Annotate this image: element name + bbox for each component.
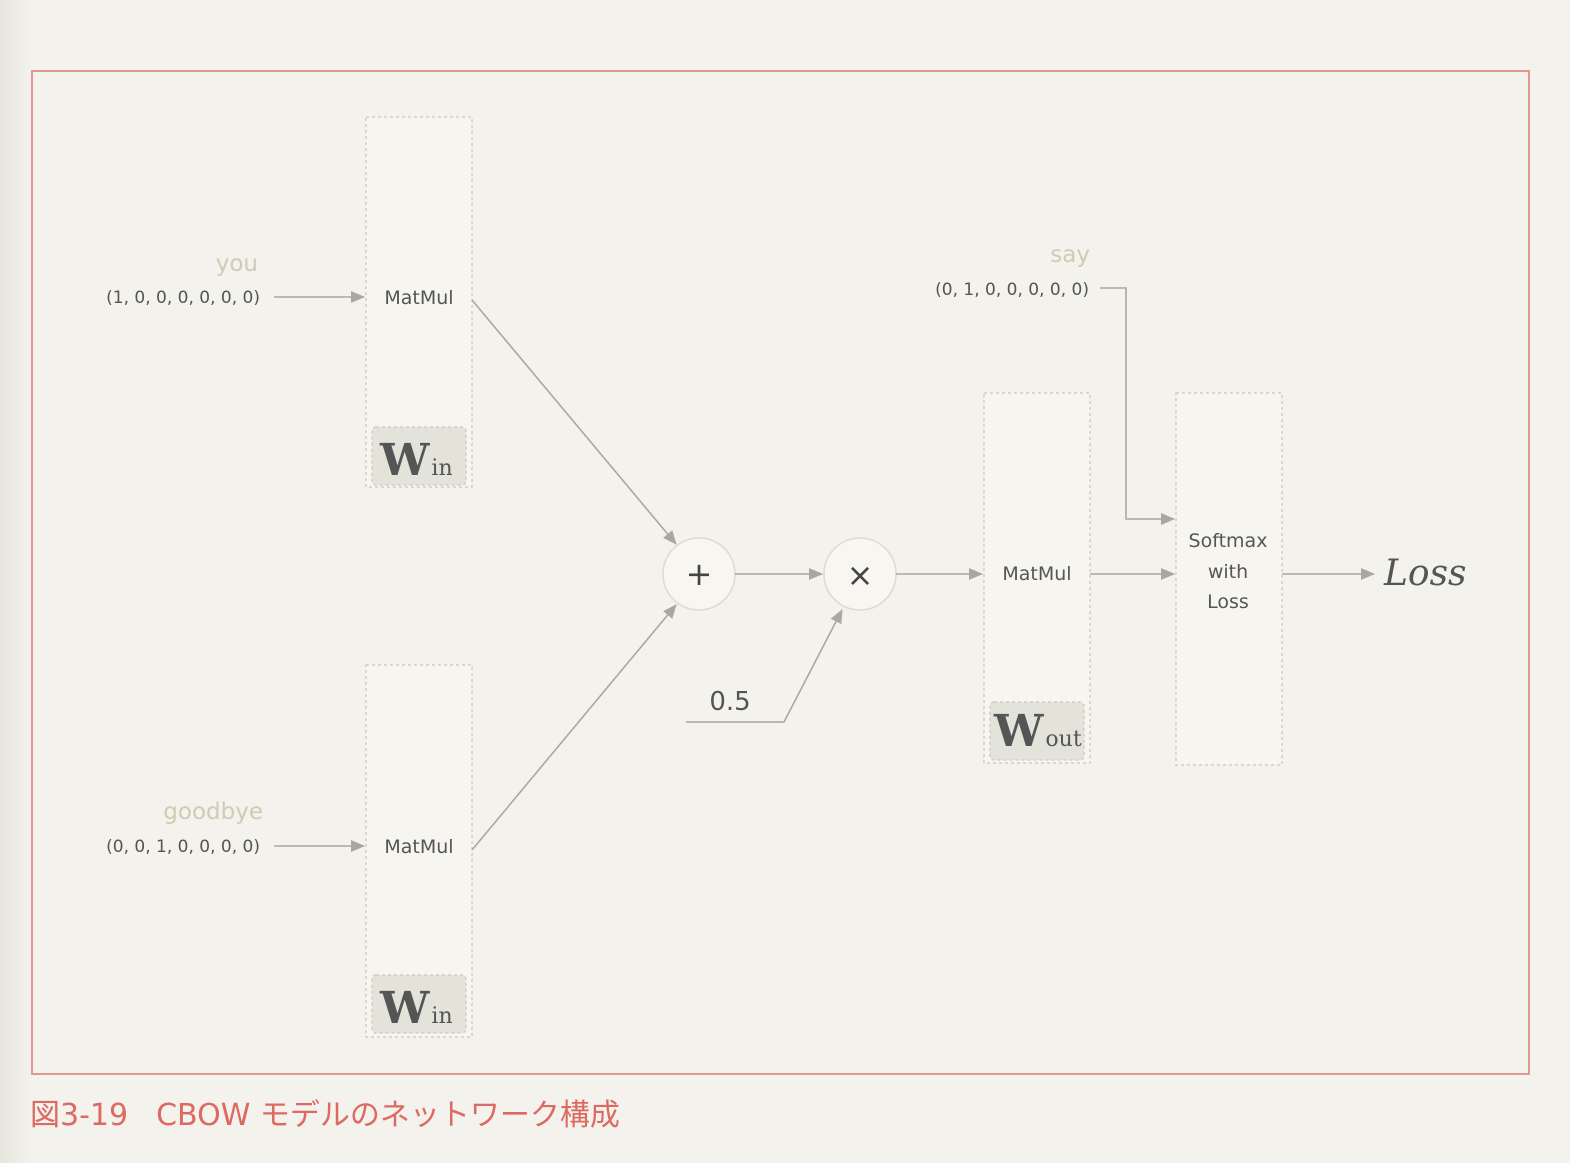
figure-caption: 図3-19 CBOW モデルのネットワーク構成	[30, 1090, 620, 1133]
vector-you: (1, 0, 0, 0, 0, 0, 0)	[106, 288, 260, 308]
scale-value: 0.5	[709, 687, 750, 717]
matmul-in-bottom-label: MatMul	[384, 836, 453, 858]
weight-in-top-subscript: in	[431, 456, 452, 481]
word-label-you: you	[216, 251, 258, 277]
arrow-matmul-top-to-add	[471, 299, 677, 545]
matmul-in-top-label: MatMul	[384, 287, 453, 309]
arrow-say-to-softmax	[1100, 287, 1175, 525]
weight-in-top-symbol: W	[379, 435, 430, 486]
matmul-out-label: MatMul	[1002, 563, 1071, 585]
cbow-diagram: you (1, 0, 0, 0, 0, 0, 0) goodbye (0, 0,…	[106, 116, 1467, 1038]
weight-in-bottom-subscript: in	[431, 1004, 452, 1029]
arrow-matmul-bottom-to-add	[471, 604, 677, 851]
multiply-symbol: ×	[847, 556, 874, 594]
softmax-label-line1: Softmax	[1189, 530, 1268, 552]
loss-label: Loss	[1383, 553, 1467, 594]
weight-out-subscript: out	[1045, 727, 1081, 752]
caption-text: CBOW モデルのネットワーク構成	[156, 1098, 620, 1133]
softmax-label-line2: with	[1208, 561, 1248, 583]
weight-in-bottom-symbol: W	[379, 983, 430, 1034]
add-symbol: +	[686, 555, 713, 593]
word-label-say: say	[1050, 242, 1090, 268]
weight-out-symbol: W	[993, 706, 1044, 757]
caption-number: 図3-19	[30, 1098, 129, 1133]
vector-say: (0, 1, 0, 0, 0, 0, 0)	[935, 280, 1089, 300]
word-label-goodbye: goodbye	[163, 799, 263, 825]
vector-goodbye: (0, 0, 1, 0, 0, 0, 0)	[106, 837, 260, 857]
softmax-label-line3: Loss	[1207, 591, 1249, 613]
